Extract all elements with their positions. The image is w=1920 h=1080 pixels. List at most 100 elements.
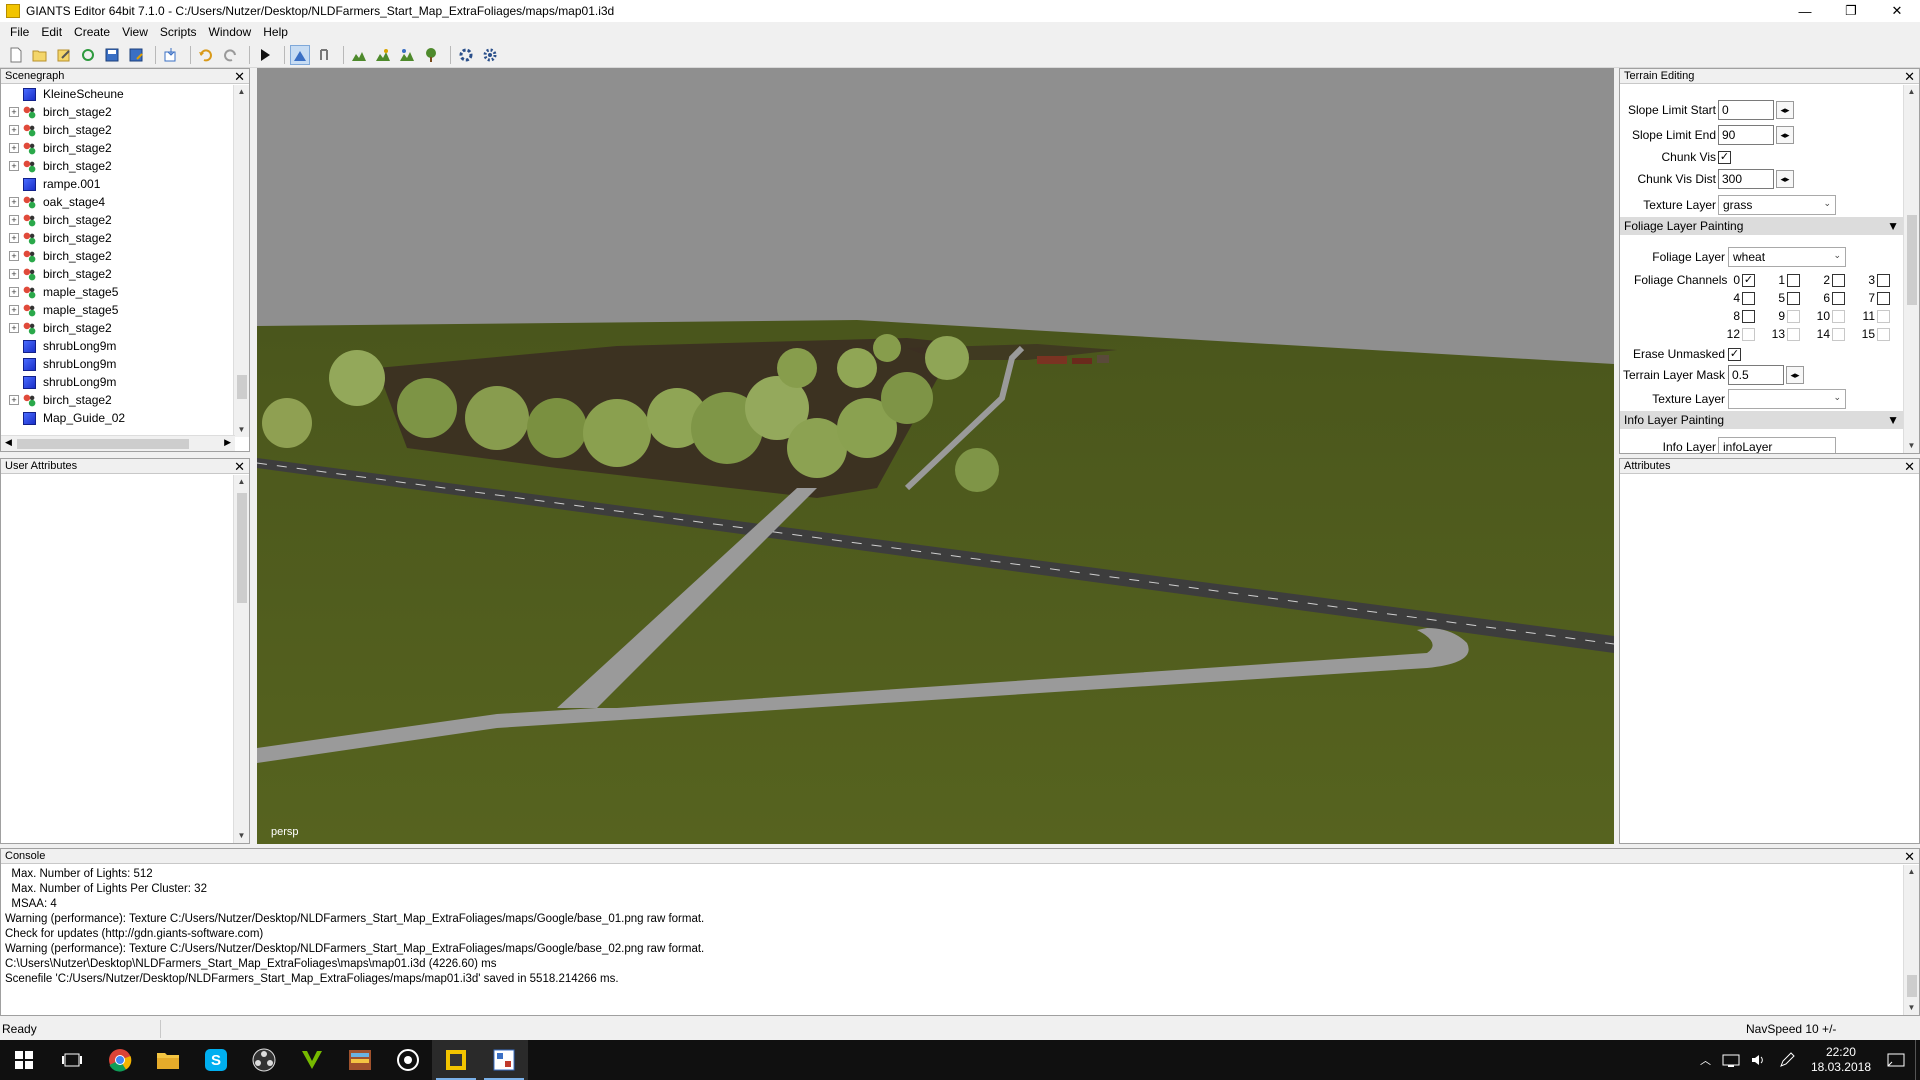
expand-icon[interactable]: + [9,233,19,243]
tree-item[interactable]: Map_Guide_02 [1,409,235,427]
expand-icon[interactable]: + [9,107,19,117]
spin-arrows-icon[interactable]: ◂▸ [1776,101,1794,119]
tree-item[interactable]: shrubLong9m [1,337,235,355]
texture-layer-select[interactable]: grass ⌄ [1718,195,1836,215]
foliage-channel-checkbox[interactable] [1742,309,1755,323]
collapse-icon[interactable]: ▼ [1887,219,1899,233]
scroll-left-icon[interactable]: ◀ [5,437,12,448]
skype-icon[interactable]: S [192,1040,240,1080]
nvidia-icon[interactable] [288,1040,336,1080]
select-mode-icon[interactable] [290,44,310,65]
tree-item[interactable]: + birch_stage2 [1,247,235,265]
spin-arrows-icon[interactable]: ◂▸ [1776,126,1794,144]
open-file-icon[interactable] [30,45,50,65]
user-attributes-scrollbar[interactable]: ▲ ▼ [233,475,249,843]
expand-icon[interactable]: + [9,215,19,225]
texture-layer-2-select[interactable]: ⌄ [1728,389,1846,409]
scroll-thumb[interactable] [17,439,189,449]
redo-icon[interactable] [220,45,240,65]
expand-icon[interactable]: + [9,125,19,135]
expand-icon[interactable]: + [9,197,19,207]
expand-icon[interactable]: + [9,323,19,333]
tree-item[interactable]: + birch_stage2 [1,391,235,409]
scroll-down-icon[interactable]: ▼ [234,829,249,843]
file-explorer-icon[interactable] [144,1040,192,1080]
steam-icon[interactable] [384,1040,432,1080]
notifications-icon[interactable] [1887,1052,1905,1068]
show-hidden-icons-icon[interactable]: ︿ [1700,1052,1711,1068]
foliage-paint-icon[interactable] [397,45,417,65]
tree-item[interactable]: + maple_stage5 [1,301,235,319]
show-desktop-button[interactable] [1915,1040,1920,1080]
terrain-layer-mask-input[interactable]: 0.5 [1728,365,1784,385]
menu-view[interactable]: View [116,25,154,39]
scroll-up-icon[interactable]: ▲ [234,85,249,99]
chunk-vis-dist-input[interactable]: 300 [1718,169,1774,189]
spin-arrows-icon[interactable]: ◂▸ [1786,366,1804,384]
tree-paint-icon[interactable] [421,45,441,65]
chunk-vis-checkbox[interactable]: ✓ [1718,150,1731,164]
expand-icon[interactable]: + [9,161,19,171]
tree-item[interactable]: + birch_stage2 [1,157,235,175]
settings-icon[interactable] [456,45,476,65]
menu-help[interactable]: Help [257,25,294,39]
foliage-channel-checkbox[interactable] [1877,291,1890,305]
foliage-channel-checkbox[interactable] [1832,291,1845,305]
scripts-icon[interactable] [480,45,500,65]
menu-edit[interactable]: Edit [35,25,68,39]
terrain-paint-icon[interactable] [373,45,393,65]
scroll-thumb[interactable] [237,493,247,603]
new-file-icon[interactable] [6,45,26,65]
info-layer-select[interactable]: infoLayer [1718,437,1836,453]
menu-window[interactable]: Window [203,25,258,39]
scenegraph-vertical-scrollbar[interactable]: ▲ ▼ [233,85,249,437]
scenegraph-horizontal-scrollbar[interactable]: ◀ ▶ [1,435,235,451]
menu-scripts[interactable]: Scripts [154,25,203,39]
tree-item[interactable]: + birch_stage2 [1,211,235,229]
pen-icon[interactable] [1778,1052,1796,1068]
expand-icon[interactable]: + [9,143,19,153]
close-icon[interactable]: ✕ [1904,70,1915,83]
tree-item[interactable]: + birch_stage2 [1,139,235,157]
expand-icon[interactable]: + [9,251,19,261]
foliage-channel-checkbox[interactable] [1787,273,1800,287]
foliage-channel-checkbox[interactable] [1877,273,1890,287]
volume-icon[interactable] [1750,1053,1768,1067]
tree-item[interactable]: + birch_stage2 [1,229,235,247]
scroll-down-icon[interactable]: ▼ [234,423,249,437]
network-icon[interactable] [1722,1053,1740,1067]
close-icon[interactable]: ✕ [1904,460,1915,473]
scroll-right-icon[interactable]: ▶ [224,437,231,448]
tree-item[interactable]: + birch_stage2 [1,103,235,121]
foliage-layer-select[interactable]: wheat ⌄ [1728,247,1846,267]
scroll-down-icon[interactable]: ▼ [1904,439,1919,453]
close-icon[interactable]: ✕ [1904,850,1915,863]
expand-icon[interactable]: + [9,305,19,315]
tree-item[interactable]: + maple_stage5 [1,283,235,301]
windows-start-icon[interactable] [0,1040,48,1080]
maximize-button[interactable]: ❐ [1828,0,1874,22]
menu-create[interactable]: Create [68,25,116,39]
close-button[interactable]: ✕ [1874,0,1920,22]
tree-item[interactable]: shrubLong9m [1,355,235,373]
expand-icon[interactable]: + [9,395,19,405]
import-icon[interactable] [161,45,181,65]
scroll-thumb[interactable] [1907,975,1917,997]
expand-icon[interactable]: + [9,269,19,279]
obs-icon[interactable] [240,1040,288,1080]
undo-icon[interactable] [196,45,216,65]
paint-icon[interactable] [480,1040,528,1080]
play-icon[interactable] [255,45,275,65]
close-icon[interactable]: ✕ [234,70,245,83]
tree-item[interactable]: KleineScheune [1,85,235,103]
task-view-icon[interactable] [48,1040,96,1080]
reload-icon[interactable] [78,45,98,65]
foliage-channel-checkbox[interactable] [1832,273,1845,287]
clock[interactable]: 22:20 18.03.2018 [1811,1045,1871,1075]
menu-file[interactable]: File [4,25,35,39]
tree-item[interactable]: shrubLong9m [1,373,235,391]
slope-limit-start-input[interactable]: 0 [1718,100,1774,120]
foliage-channel-checkbox[interactable] [1787,291,1800,305]
giants-editor-icon[interactable] [432,1040,480,1080]
save-icon[interactable] [102,45,122,65]
